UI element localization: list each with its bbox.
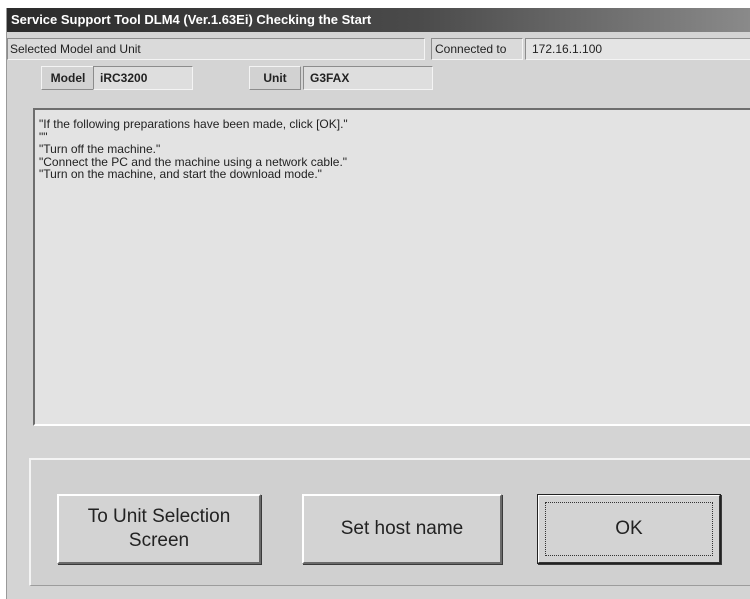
to-unit-selection-button[interactable]: To Unit Selection Screen — [57, 494, 261, 564]
window-title-bar: Service Support Tool DLM4 (Ver.1.63Ei) C… — [7, 8, 750, 32]
message-line: "If the following preparations have been… — [39, 117, 348, 131]
model-unit-row: Model iRC3200 Unit G3FAX — [7, 64, 750, 90]
message-line: "Turn off the machine." — [39, 142, 161, 156]
ok-button[interactable]: OK — [537, 494, 721, 564]
focus-rectangle — [545, 502, 713, 556]
button-panel: To Unit Selection Screen Set host name O… — [29, 458, 750, 586]
model-label: Model — [41, 66, 95, 90]
set-host-name-button[interactable]: Set host name — [302, 494, 502, 564]
window-title: Service Support Tool DLM4 (Ver.1.63Ei) C… — [11, 12, 372, 27]
ip-address-field: 172.16.1.100 — [525, 38, 750, 60]
unit-label: Unit — [249, 66, 301, 90]
app-window: Service Support Tool DLM4 (Ver.1.63Ei) C… — [6, 8, 750, 599]
selected-model-unit-label: Selected Model and Unit — [7, 38, 425, 60]
model-value: iRC3200 — [93, 66, 193, 90]
message-line: "Turn on the machine, and start the down… — [39, 167, 322, 181]
connected-to-label: Connected to — [431, 38, 523, 60]
status-row: Selected Model and Unit Connected to 172… — [7, 38, 750, 60]
unit-value: G3FAX — [303, 66, 433, 90]
message-textbox[interactable]: "If the following preparations have been… — [33, 108, 750, 426]
